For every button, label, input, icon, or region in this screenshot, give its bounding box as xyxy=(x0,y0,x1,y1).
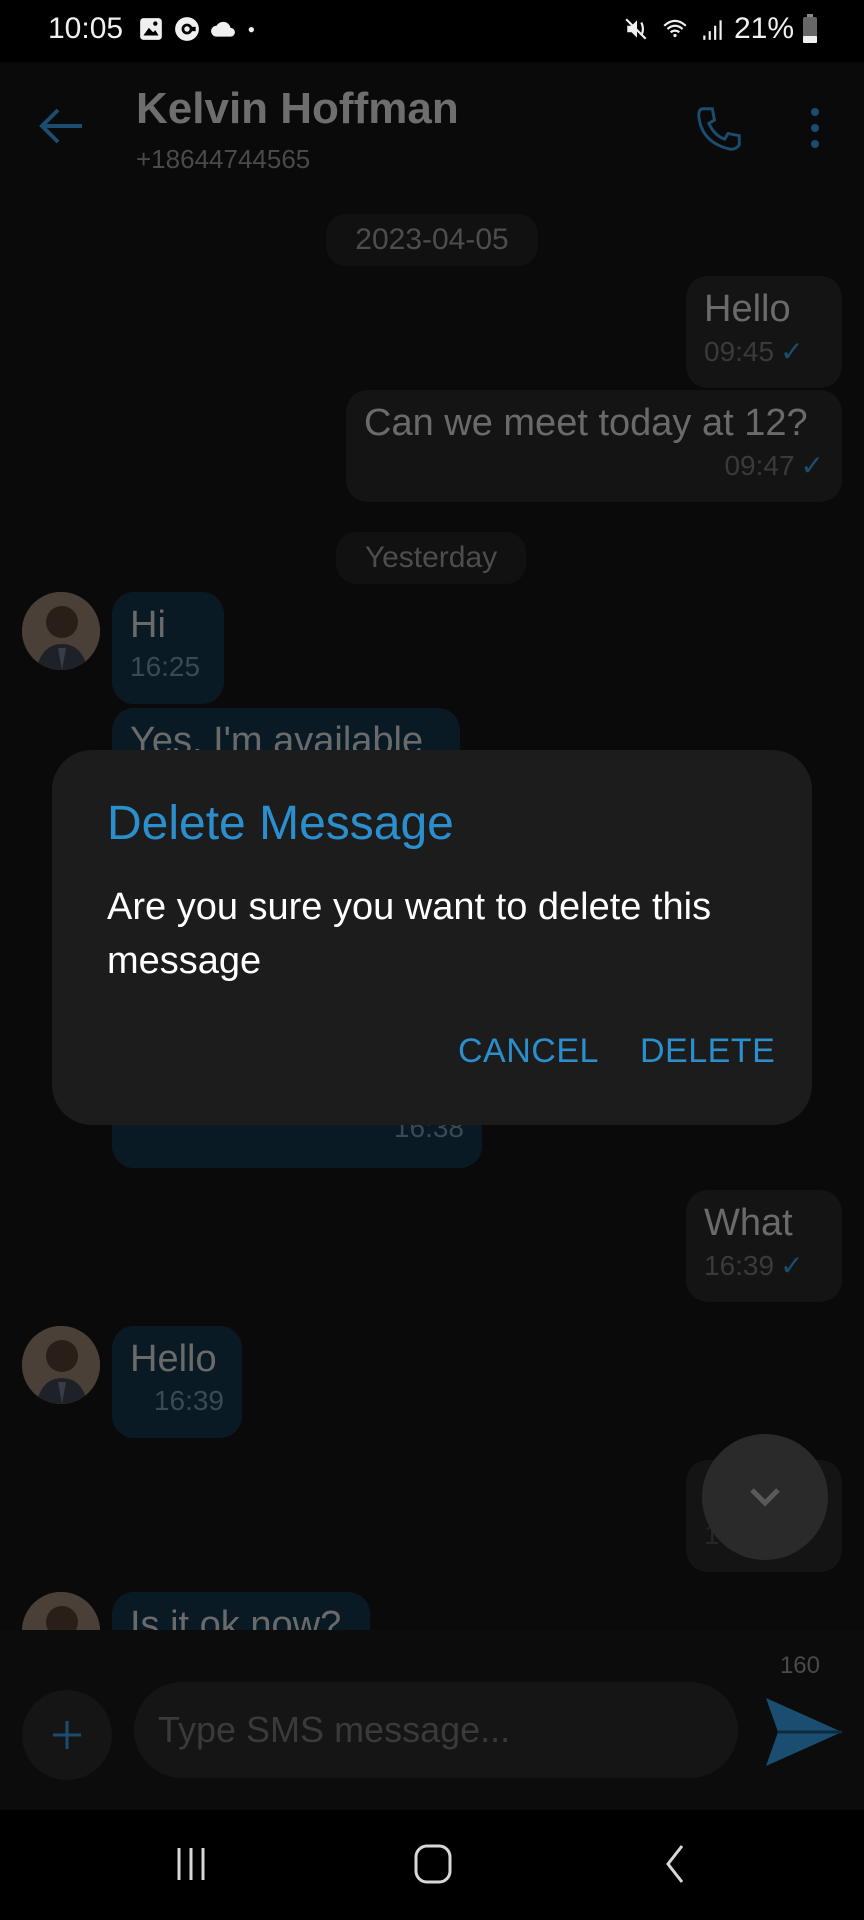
message-text: Hello xyxy=(704,288,791,330)
contact-name: Kelvin Hoffman xyxy=(136,84,459,133)
date-chip: Yesterday xyxy=(336,532,526,584)
sms-message-input[interactable] xyxy=(134,1682,738,1778)
contact-number: +18644744565 xyxy=(136,144,311,174)
message-bubble[interactable]: Hello 16:39 xyxy=(112,1326,242,1438)
battery-icon xyxy=(803,14,817,43)
send-icon[interactable] xyxy=(758,1696,844,1768)
message-bubble[interactable]: What 16:39 ✓ xyxy=(686,1190,842,1302)
status-bar: 10:05 21% xyxy=(0,0,864,62)
home-icon xyxy=(414,1844,452,1884)
recent-apps-button[interactable] xyxy=(156,1834,226,1894)
back-button[interactable] xyxy=(640,1834,710,1894)
more-vert-icon[interactable] xyxy=(800,104,830,152)
attach-button[interactable] xyxy=(22,1690,112,1780)
mute-icon xyxy=(625,18,647,40)
back-nav-icon xyxy=(666,1845,684,1883)
delete-message-dialog: Delete Message Are you sure you want to … xyxy=(52,750,812,1125)
arrow-left-icon[interactable] xyxy=(38,104,88,148)
dialog-title: Delete Message xyxy=(107,797,454,850)
message-text: Hi xyxy=(130,604,166,646)
contact-avatar xyxy=(22,1326,100,1404)
avatar-photo-icon xyxy=(22,592,100,670)
dialog-message: Are you sure you want to delete this mes… xyxy=(107,886,712,982)
message-text: Can we meet today at 12? xyxy=(364,402,808,444)
message-time: 09:47 xyxy=(724,449,795,481)
message-time: 09:45 xyxy=(704,335,775,367)
cloud-icon xyxy=(211,21,235,37)
message-composer: 160 xyxy=(0,1630,864,1810)
char-count: 160 xyxy=(779,1652,820,1679)
message-text: Hello xyxy=(130,1338,217,1380)
message-text: What xyxy=(704,1202,793,1244)
date-chip: 2023-04-05 xyxy=(326,214,538,266)
wifi-icon xyxy=(663,19,687,38)
recent-apps-icon xyxy=(177,1848,205,1880)
plus-icon xyxy=(53,1721,81,1749)
cancel-button[interactable]: CANCEL xyxy=(458,1032,599,1071)
gallery-icon xyxy=(140,18,162,40)
delete-button[interactable]: DELETE xyxy=(640,1032,775,1071)
g-app-icon xyxy=(175,17,199,41)
signal-icon xyxy=(703,20,722,40)
system-navigation-bar xyxy=(0,1810,864,1920)
contact-avatar xyxy=(22,592,100,670)
sent-check-icon: ✓ xyxy=(780,1250,804,1281)
chevron-down-icon xyxy=(750,1488,780,1507)
message-bubble[interactable]: Hello 09:45 ✓ xyxy=(686,276,842,388)
app-header: Kelvin Hoffman +18644744565 xyxy=(0,62,864,182)
sent-check-icon: ✓ xyxy=(800,450,824,481)
dot-icon xyxy=(248,27,254,33)
message-bubble[interactable]: Hi 16:25 xyxy=(112,592,224,704)
avatar-photo-icon xyxy=(22,1326,100,1404)
sent-check-icon: ✓ xyxy=(780,336,804,367)
status-time: 10:05 xyxy=(48,12,124,45)
message-time: 16:39 xyxy=(153,1385,224,1416)
message-time: 16:39 xyxy=(704,1249,775,1281)
battery-percent: 21% xyxy=(733,12,794,45)
phone-icon[interactable] xyxy=(692,102,746,156)
message-bubble[interactable]: Can we meet today at 12? 09:47 ✓ xyxy=(346,390,842,502)
home-button[interactable] xyxy=(398,1834,468,1894)
message-time: 16:25 xyxy=(130,651,201,682)
scroll-down-button[interactable] xyxy=(702,1434,828,1560)
